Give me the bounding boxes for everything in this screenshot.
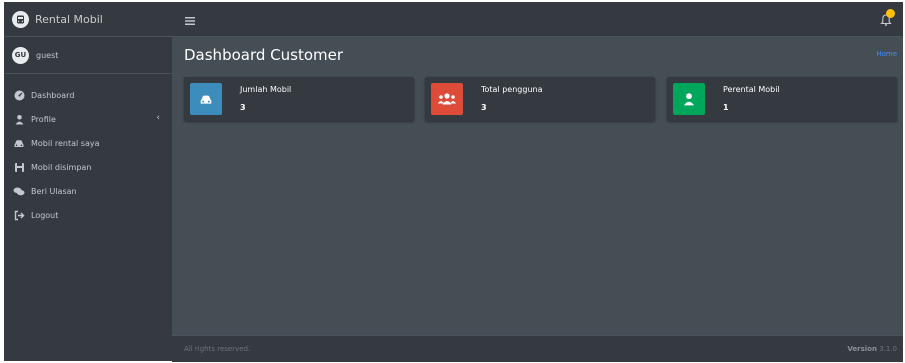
comments-icon [13,185,25,197]
app-window: Rental Mobil GU guest Dashboard Profile … [4,2,903,362]
car-icon [13,137,25,149]
sidebar-item-label: Logout [31,210,59,220]
info-box-label: Jumlah Mobil [240,85,292,94]
sign-out-icon [13,209,25,221]
info-box-value: 1 [723,103,729,112]
hamburger-menu-icon[interactable] [184,12,196,25]
brand-link[interactable]: Rental Mobil [4,2,172,37]
breadcrumb-home-link[interactable]: Home [876,50,897,58]
sidebar-item-label: Beri Ulasan [31,186,77,196]
user-panel[interactable]: GU guest [4,37,172,74]
info-box-label: Total pengguna [481,85,543,94]
dashboard-icon [13,89,25,101]
notification-bell-icon[interactable] [879,9,895,26]
brand-title: Rental Mobil [35,12,103,26]
user-icon [673,83,705,115]
page-title: Dashboard Customer [184,46,344,64]
top-navbar [172,2,903,37]
info-box-value: 3 [240,103,246,112]
save-icon [13,161,25,173]
footer: All rights reserved. Version 3.1.0 [172,335,903,362]
logo-icon [12,10,29,28]
sidebar-item-profile[interactable]: Profile ‹ [4,107,172,131]
info-box-value: 3 [481,103,487,112]
sidebar-item-dashboard[interactable]: Dashboard [4,83,172,107]
chevron-left-icon[interactable]: ‹ [156,113,160,123]
user-icon [13,113,25,125]
info-box-total-pengguna: Total pengguna 3 [425,77,655,121]
sidebar: Rental Mobil GU guest Dashboard Profile … [4,2,172,361]
users-icon [431,83,463,115]
version-label: Version [847,345,877,353]
sidebar-item-mobil-rental-saya[interactable]: Mobil rental saya [4,131,172,155]
avatar: GU [12,46,29,64]
main-content: Dashboard Customer Home Jumlah Mobil 3 T… [172,37,903,335]
version-number: 3.1.0 [879,345,897,353]
sidebar-item-label: Mobil rental saya [31,138,100,148]
sidebar-nav: Dashboard Profile ‹ Mobil rental saya Mo… [4,83,172,227]
sidebar-item-mobil-disimpan[interactable]: Mobil disimpan [4,155,172,179]
sidebar-item-label: Profile [31,114,56,124]
sidebar-item-label: Mobil disimpan [31,162,92,172]
sidebar-item-beri-ulasan[interactable]: Beri Ulasan [4,179,172,203]
footer-copyright: All rights reserved. [184,345,251,353]
info-box-jumlah-mobil: Jumlah Mobil 3 [184,77,414,121]
user-name: guest [36,50,59,60]
sidebar-item-label: Dashboard [31,90,75,100]
info-box-label: Perental Mobil [723,85,780,94]
sidebar-item-logout[interactable]: Logout [4,203,172,227]
footer-version: Version 3.1.0 [847,345,897,353]
car-icon [190,83,222,115]
notification-badge [886,9,895,18]
info-box-perental-mobil: Perental Mobil 1 [667,77,897,121]
